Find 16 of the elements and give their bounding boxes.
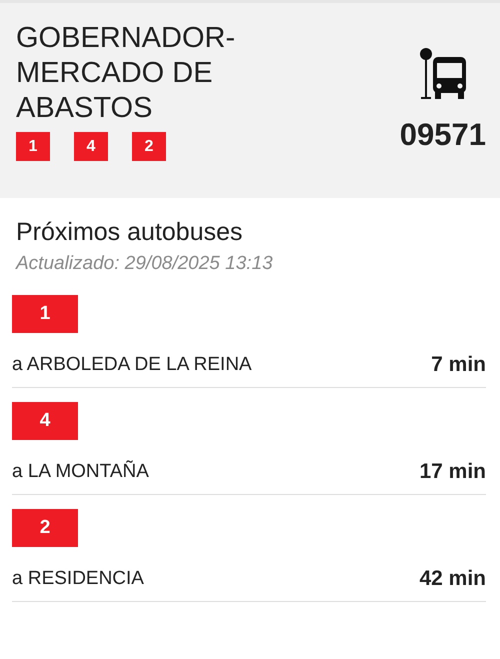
- line-badge: 4: [12, 402, 78, 440]
- line-badge: 4: [74, 132, 108, 161]
- updated-time: Actualizado: 29/08/2025 13:13: [16, 253, 274, 275]
- destination: a RESIDENCIA: [12, 568, 144, 590]
- stop-code: 09571: [400, 117, 486, 153]
- line-badge: 1: [12, 295, 78, 333]
- line-badge: 2: [12, 509, 78, 547]
- destination: a ARBOLEDA DE LA REINA: [12, 354, 252, 376]
- section-title: Próximos autobuses: [16, 218, 244, 247]
- arrival-time: 17 min: [419, 460, 486, 484]
- line-badge: 2: [132, 132, 166, 161]
- line-badge: 1: [16, 132, 50, 161]
- stop-name: GOBERNADOR-MERCADO DE ABASTOS: [16, 21, 236, 126]
- arrival-time: 7 min: [431, 353, 486, 377]
- arrival-time: 42 min: [419, 567, 486, 591]
- destination: a LA MONTAÑA: [12, 461, 149, 483]
